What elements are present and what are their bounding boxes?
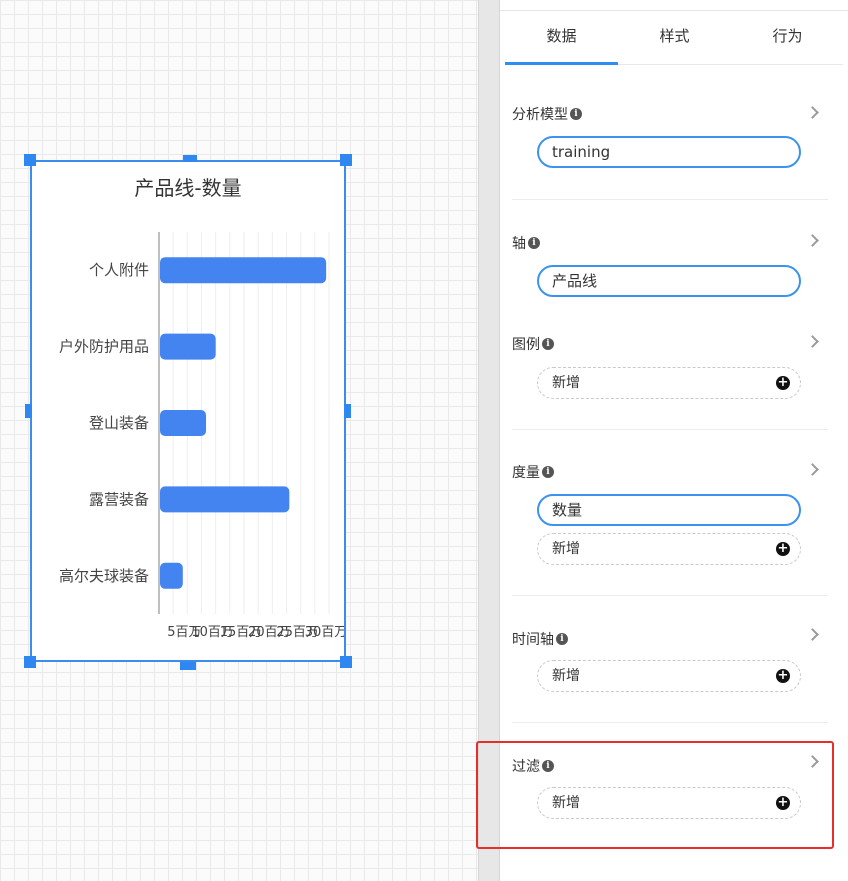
measure-field[interactable]: 数量 <box>537 494 801 526</box>
section-measure-label: 度量 <box>512 465 540 481</box>
info-icon[interactable]: i <box>556 633 568 645</box>
resize-handle-top-right[interactable] <box>340 154 352 166</box>
timeline-add-label: 新增 <box>552 668 580 684</box>
tab-data[interactable]: 数据 <box>505 22 618 65</box>
section-legend-label: 图例 <box>512 337 540 353</box>
chart-title: 产品线-数量 <box>134 176 241 200</box>
info-icon[interactable]: i <box>570 108 582 120</box>
plus-circle-icon[interactable]: + <box>776 542 790 556</box>
chart-bars <box>160 257 327 589</box>
category-labels: 个人附件户外防护用品登山装备露营装备高尔夫球装备 <box>59 261 149 585</box>
section-timeline-label: 时间轴 <box>512 632 554 648</box>
divider <box>512 429 828 430</box>
chevron-right-icon[interactable] <box>806 628 820 642</box>
section-axis-title: 轴 i <box>512 233 540 253</box>
divider <box>512 595 828 596</box>
tab-style[interactable]: 样式 <box>618 22 731 64</box>
axis-field[interactable]: 产品线 <box>537 265 801 297</box>
category-label: 高尔夫球装备 <box>59 567 149 585</box>
chart-widget[interactable]: 产品线-数量 个人附件户外防护用品登山装备露营装备高尔夫球装备 5百万 10百万 1… <box>30 160 346 662</box>
category-label: 个人附件 <box>89 261 149 279</box>
panel-tabs: 数据 样式 行为 <box>505 22 843 65</box>
divider <box>512 722 828 723</box>
x-tick-labels: 5百万10百万15百万20百万25百万30百万 <box>167 625 344 640</box>
info-icon[interactable]: i <box>542 338 554 350</box>
measure-add-label: 新增 <box>552 541 580 557</box>
chevron-right-icon[interactable] <box>806 463 820 477</box>
bar[interactable] <box>160 257 327 284</box>
plus-circle-icon[interactable]: + <box>776 669 790 683</box>
resize-handle-right[interactable] <box>344 404 351 418</box>
category-label: 露营装备 <box>89 490 149 508</box>
legend-add-button[interactable]: 新增 + <box>537 367 801 399</box>
legend-add-label: 新增 <box>552 375 580 391</box>
resize-handle-top-left[interactable] <box>24 154 36 166</box>
design-canvas[interactable]: 产品线-数量 个人附件户外防护用品登山装备露营装备高尔夫球装备 5百万 10百万 1… <box>0 0 478 881</box>
section-model-title: 分析模型 i <box>512 104 582 124</box>
resize-handle-top[interactable] <box>183 155 197 162</box>
bar[interactable] <box>160 410 207 436</box>
section-timeline-title: 时间轴 i <box>512 629 568 649</box>
category-label: 户外防护用品 <box>59 338 149 356</box>
section-legend-title: 图例 i <box>512 334 554 354</box>
bar[interactable] <box>160 486 290 513</box>
panel-top-border <box>500 10 848 11</box>
resize-handle-bottom[interactable] <box>180 662 196 670</box>
resize-handle-left[interactable] <box>25 404 32 418</box>
bar[interactable] <box>160 333 216 360</box>
section-measure-title: 度量 i <box>512 462 554 482</box>
x-tick-label: 30百万 <box>305 625 344 640</box>
chevron-right-icon[interactable] <box>806 106 820 120</box>
model-field[interactable]: training <box>537 136 801 168</box>
tab-behavior[interactable]: 行为 <box>731 22 844 64</box>
section-axis-label: 轴 <box>512 236 526 252</box>
resize-handle-bottom-right[interactable] <box>340 656 352 668</box>
info-icon[interactable]: i <box>542 466 554 478</box>
resize-handle-bottom-left[interactable] <box>24 656 36 668</box>
bar[interactable] <box>160 562 183 589</box>
category-label: 登山装备 <box>89 414 149 432</box>
measure-add-button[interactable]: 新增 + <box>537 533 801 565</box>
bar-chart: 产品线-数量 个人附件户外防护用品登山装备露营装备高尔夫球装备 5百万10百万1… <box>59 176 344 640</box>
filter-highlight-box <box>476 741 834 849</box>
info-icon[interactable]: i <box>528 237 540 249</box>
divider <box>512 199 828 200</box>
chevron-right-icon[interactable] <box>806 234 820 248</box>
chevron-right-icon[interactable] <box>806 335 820 349</box>
plus-circle-icon[interactable]: + <box>776 376 790 390</box>
section-model-label: 分析模型 <box>512 107 568 123</box>
timeline-add-button[interactable]: 新增 + <box>537 660 801 692</box>
